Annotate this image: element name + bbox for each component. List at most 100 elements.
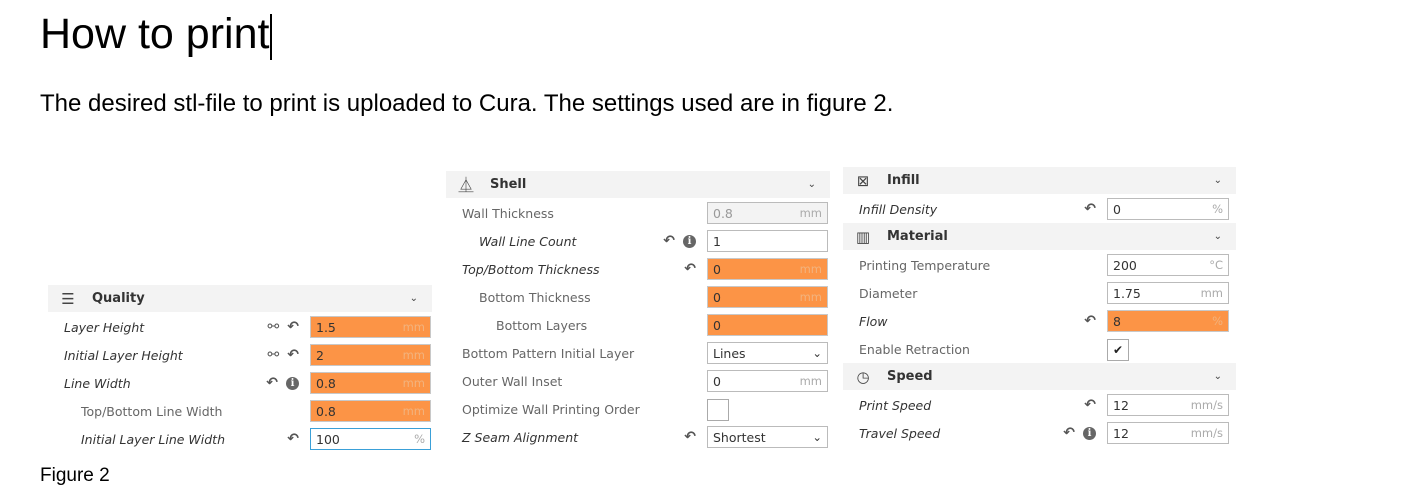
reset-icon[interactable]: ↶ [663, 233, 675, 249]
setting-input[interactable]: 100% [310, 428, 431, 450]
setting-label: Infill Density [859, 201, 938, 217]
setting-input[interactable]: 0 [707, 314, 828, 336]
setting-label: Wall Thickness [462, 205, 554, 221]
setting-row: Printing Temperature 200 °C [843, 251, 1236, 279]
setting-input[interactable]: 200 °C [1107, 254, 1229, 276]
reset-icon[interactable]: ↶ [287, 347, 299, 363]
info-icon[interactable]: i [683, 234, 696, 248]
setting-row: Wall Line Count ↶ i 1 [446, 227, 830, 255]
setting-input[interactable]: 12 mm/s [1107, 394, 1229, 416]
chevron-down-icon[interactable]: ⌄ [1214, 231, 1222, 242]
setting-input[interactable]: 0% [1107, 198, 1229, 220]
chevron-down-icon[interactable]: ⌄ [410, 293, 418, 304]
setting-value: 0 [713, 289, 721, 305]
setting-unit: mm/s [1190, 426, 1223, 440]
setting-input: 0.8 mm [707, 202, 828, 224]
checkbox[interactable] [707, 399, 729, 421]
setting-label: Initial Layer Line Width [81, 431, 226, 447]
reset-icon[interactable]: ↶ [1084, 397, 1096, 413]
setting-input[interactable]: 0 mm [707, 258, 828, 280]
link-icon[interactable]: ⚯ [268, 319, 280, 335]
setting-label: Travel Speed [859, 425, 941, 441]
setting-icons: ↶ [684, 429, 696, 445]
reset-icon[interactable]: ↶ [1063, 425, 1075, 441]
setting-row: Top/Bottom Line Width 0.8 mm [48, 397, 432, 425]
figure-caption: Figure 2 [40, 465, 110, 486]
setting-row: Flow ↶ 8% [843, 307, 1236, 335]
setting-input[interactable]: 12 mm/s [1107, 422, 1229, 444]
setting-input[interactable]: 1 [707, 230, 828, 252]
link-icon[interactable]: ⚯ [268, 347, 280, 363]
reset-icon[interactable]: ↶ [266, 375, 278, 391]
section-header-material[interactable]: ▥ Material ⌄ [843, 223, 1236, 250]
reset-icon[interactable]: ↶ [287, 431, 299, 447]
setting-unit: mm [402, 404, 425, 418]
section-header-quality[interactable]: ☰ Quality ⌄ [48, 285, 432, 312]
setting-row: Diameter 1.75 mm [843, 279, 1236, 307]
infill-icon: ⊠ [856, 171, 870, 190]
reset-icon[interactable]: ↶ [684, 261, 696, 277]
document-paragraph: The desired stl-file to print is uploade… [40, 90, 894, 117]
chevron-down-icon[interactable]: ⌄ [808, 179, 816, 190]
setting-input[interactable]: 0.8 mm [310, 372, 431, 394]
setting-icons: ↶ [1084, 201, 1096, 217]
reset-icon[interactable]: ↶ [287, 319, 299, 335]
setting-value: 0 [713, 261, 721, 277]
setting-input[interactable]: 0.8 mm [310, 400, 431, 422]
setting-label: Print Speed [859, 397, 932, 413]
setting-row: Layer Height ⚯ ↶ 1.5 mm [48, 313, 432, 341]
speed-icon: ◷ [856, 367, 870, 386]
setting-row: Line Width ↶ i 0.8 mm [48, 369, 432, 397]
setting-input[interactable]: 0 mm [707, 286, 828, 308]
info-icon[interactable]: i [1083, 426, 1096, 440]
setting-input[interactable]: 8% [1107, 310, 1229, 332]
setting-value: 1.5 [316, 319, 336, 335]
info-icon[interactable]: i [286, 376, 299, 390]
setting-icons: ↶ i [1063, 425, 1096, 441]
section-title: Material [887, 229, 948, 244]
setting-value: 0 [713, 317, 721, 333]
section-header-infill[interactable]: ⊠ Infill ⌄ [843, 167, 1236, 194]
checkbox-checked[interactable]: ✔ [1107, 339, 1129, 361]
chevron-down-icon[interactable]: ⌄ [1214, 371, 1222, 382]
setting-input[interactable]: 0 mm [707, 370, 828, 392]
setting-label: Wall Line Count [479, 233, 577, 249]
setting-value: 0 [713, 373, 721, 389]
document-title[interactable]: How to print [40, 8, 273, 60]
setting-select[interactable]: Lines ⌄ [707, 342, 828, 364]
setting-value: 100 [316, 431, 340, 447]
reset-icon[interactable]: ↶ [1084, 201, 1096, 217]
chevron-down-icon[interactable]: ⌄ [812, 430, 822, 444]
setting-row: Initial Layer Height ⚯ ↶ 2 mm [48, 341, 432, 369]
setting-label: Bottom Layers [496, 317, 588, 333]
section-title: Shell [490, 177, 527, 192]
section-header-shell[interactable]: ⏅ Shell ⌄ [446, 171, 830, 198]
section-title: Quality [92, 291, 145, 306]
chevron-down-icon[interactable]: ⌄ [1214, 175, 1222, 186]
chevron-down-icon[interactable]: ⌄ [812, 346, 822, 360]
setting-label: Line Width [64, 375, 131, 391]
reset-icon[interactable]: ↶ [684, 429, 696, 445]
quality-icon: ☰ [61, 289, 75, 308]
setting-select[interactable]: Shortest ⌄ [707, 426, 828, 448]
setting-label: Bottom Pattern Initial Layer [462, 345, 635, 361]
setting-label: Enable Retraction [859, 341, 970, 357]
setting-unit: mm [799, 374, 822, 388]
setting-row: Z Seam Alignment ↶ Shortest ⌄ [446, 423, 830, 451]
setting-input[interactable]: 1.75 mm [1107, 282, 1229, 304]
setting-input[interactable]: 1.5 mm [310, 316, 431, 338]
setting-icons: ↶ [1084, 313, 1096, 329]
infill-material-speed-panel: ⊠ Infill ⌄ Infill Density ↶ 0% ▥ Material ⌄ Print… [843, 167, 1236, 447]
reset-icon[interactable]: ↶ [1084, 313, 1096, 329]
setting-value: 200 [1113, 257, 1137, 273]
setting-value: Lines [713, 345, 746, 361]
setting-input[interactable]: 2 mm [310, 344, 431, 366]
setting-row: Enable Retraction ✔ [843, 335, 1236, 363]
setting-unit: mm [799, 262, 822, 276]
setting-unit: mm [402, 376, 425, 390]
section-header-speed[interactable]: ◷ Speed ⌄ [843, 363, 1236, 390]
setting-unit: % [1212, 314, 1223, 328]
setting-row: Bottom Pattern Initial Layer Lines ⌄ [446, 339, 830, 367]
setting-row: Outer Wall Inset 0 mm [446, 367, 830, 395]
setting-icons: ↶ [1084, 397, 1096, 413]
